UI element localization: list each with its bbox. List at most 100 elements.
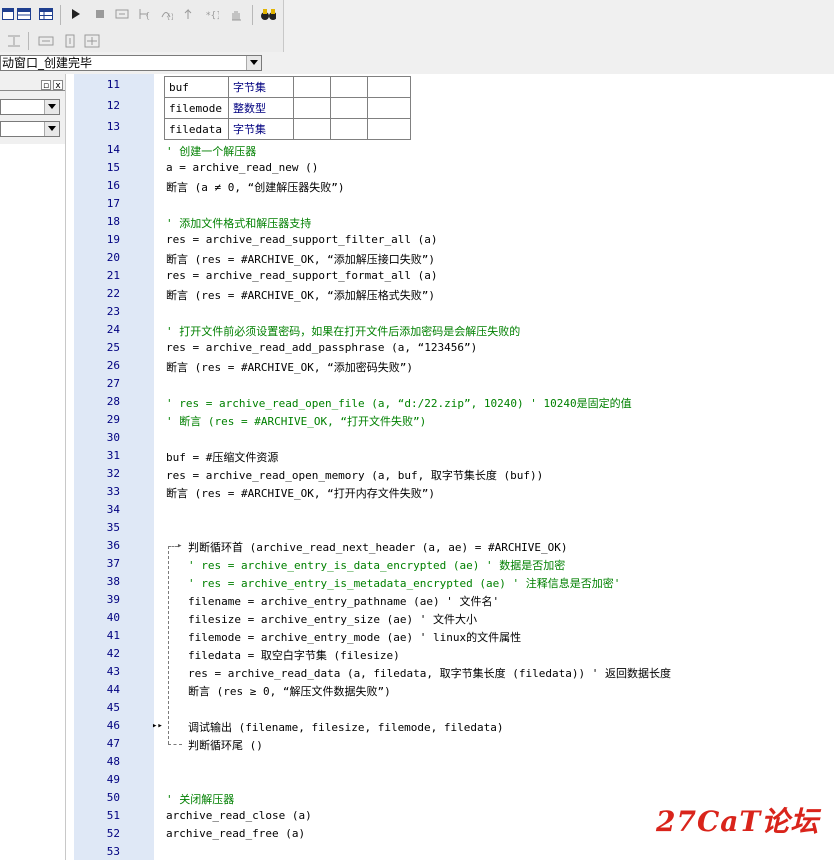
- code-comment-line[interactable]: ' 创建一个解压器: [166, 143, 256, 159]
- table-cell[interactable]: [367, 118, 411, 140]
- code-line[interactable]: archive_read_free (a): [166, 827, 305, 840]
- line-number: 35: [106, 521, 120, 534]
- stop-icon[interactable]: [92, 6, 108, 22]
- step-over-icon[interactable]: {}: [158, 6, 174, 22]
- code-line[interactable]: 断言 (res = #ARCHIVE_OK, “添加解压接口失败”): [166, 251, 435, 267]
- line-number: 24: [106, 323, 120, 336]
- line-number: 18: [106, 215, 120, 228]
- line-number: 20: [106, 251, 120, 264]
- code-line[interactable]: 调试输出 (filename, filesize, filemode, file…: [188, 719, 504, 735]
- line-number: 19: [106, 233, 120, 246]
- code-line[interactable]: 断言 (a ≠ 0, “创建解压器失败”): [166, 179, 344, 195]
- vspace-icon[interactable]: [62, 33, 78, 49]
- code-line[interactable]: filesize = archive_entry_size (ae) ' 文件大…: [188, 611, 477, 627]
- table-row[interactable]: filedata 字节集: [164, 118, 411, 140]
- var-type-cell[interactable]: 字节集: [228, 76, 294, 98]
- hspace-icon[interactable]: [38, 33, 54, 49]
- code-line[interactable]: 断言 (res = #ARCHIVE_OK, “添加密码失败”): [166, 359, 413, 375]
- code-line[interactable]: 断言 (res ≥ 0, “解压文件数据失败”): [188, 683, 391, 699]
- watermark: 27CaT论坛: [656, 805, 820, 838]
- center-icon[interactable]: [84, 33, 100, 49]
- loop-guide-line: [168, 744, 182, 745]
- grid-icon[interactable]: [16, 6, 32, 22]
- code-comment-line[interactable]: ' res = archive_entry_is_metadata_encryp…: [188, 575, 620, 591]
- var-name-cell[interactable]: buf: [164, 76, 229, 98]
- code-line[interactable]: filedata = 取空白字节集 (filesize): [188, 647, 400, 663]
- code-comment-line[interactable]: ' res = archive_read_open_file (a, “d:/2…: [166, 395, 632, 411]
- line-number: 12: [106, 99, 120, 112]
- line-number: 30: [106, 431, 120, 444]
- window-icon[interactable]: [0, 6, 16, 22]
- table-cell[interactable]: [330, 76, 368, 98]
- line-number: 52: [106, 827, 120, 840]
- table-cell[interactable]: [330, 118, 368, 140]
- code-line[interactable]: res = archive_read_support_filter_all (a…: [166, 233, 438, 246]
- panel-combo-1[interactable]: [0, 99, 60, 115]
- table-cell[interactable]: [367, 97, 411, 119]
- chevron-down-icon[interactable]: [246, 56, 261, 70]
- binoculars-icon[interactable]: [260, 6, 276, 22]
- table-cell[interactable]: [367, 76, 411, 98]
- line-number: 49: [106, 773, 120, 786]
- line-number: 23: [106, 305, 120, 318]
- line-number: 32: [106, 467, 120, 480]
- line-number: 14: [106, 143, 120, 156]
- svg-text:{}: {}: [145, 11, 151, 20]
- code-line[interactable]: filemode = archive_entry_mode (ae) ' lin…: [188, 629, 521, 645]
- code-comment-line[interactable]: ' 关闭解压器: [166, 791, 234, 807]
- table-cell[interactable]: [293, 118, 331, 140]
- hand-icon[interactable]: [228, 6, 244, 22]
- pin-icon[interactable]: ▫: [41, 80, 51, 91]
- code-line[interactable]: archive_read_close (a): [166, 809, 312, 822]
- run-icon[interactable]: [68, 6, 84, 22]
- step-out-icon[interactable]: [180, 6, 196, 22]
- loop-guide-line: [168, 546, 169, 744]
- event-combo-text: 动窗口_创建完毕: [2, 56, 93, 70]
- toolbar-separator: [60, 5, 61, 25]
- line-number: 36: [106, 539, 120, 552]
- line-number: 34: [106, 503, 120, 516]
- code-comment-line[interactable]: ' 打开文件前必须设置密码，如果在打开文件后添加密码是会解压失败的: [166, 323, 520, 339]
- table-cell[interactable]: [293, 76, 331, 98]
- code-line[interactable]: a = archive_read_new (): [166, 161, 318, 174]
- table-row[interactable]: buf 字节集: [164, 76, 411, 98]
- code-line[interactable]: res = archive_read_open_memory (a, buf, …: [166, 467, 543, 483]
- code-line[interactable]: res = archive_read_add_passphrase (a, “1…: [166, 341, 477, 354]
- code-line[interactable]: 判断循环尾 (): [188, 737, 263, 753]
- code-line[interactable]: res = archive_read_support_format_all (a…: [166, 269, 438, 282]
- align-icon[interactable]: [6, 33, 22, 49]
- code-line[interactable]: buf = #压缩文件资源: [166, 449, 278, 465]
- table-row[interactable]: filemode 整数型: [164, 97, 411, 119]
- left-panel-body: [0, 144, 65, 860]
- table-cell[interactable]: [293, 97, 331, 119]
- event-combo-box[interactable]: 动窗口_创建完毕: [0, 55, 262, 71]
- var-name-cell[interactable]: filedata: [164, 118, 229, 140]
- line-number: 45: [106, 701, 120, 714]
- close-icon[interactable]: x: [53, 80, 63, 91]
- var-type-cell[interactable]: 整数型: [228, 97, 294, 119]
- var-name-cell[interactable]: filemode: [164, 97, 229, 119]
- line-number: 48: [106, 755, 120, 768]
- line-number: 16: [106, 179, 120, 192]
- line-number: 21: [106, 269, 120, 282]
- step-icon[interactable]: [114, 6, 130, 22]
- step-into-icon[interactable]: {}: [136, 6, 152, 22]
- table-cell[interactable]: [330, 97, 368, 119]
- chevron-down-icon[interactable]: [44, 100, 59, 114]
- variable-table: buf 字节集 filemode 整数型 filedata 字节集: [164, 76, 411, 140]
- line-number: 13: [106, 120, 120, 133]
- code-comment-line[interactable]: ' 断言 (res = #ARCHIVE_OK, “打开文件失败”): [166, 413, 426, 429]
- code-comment-line[interactable]: ' 添加文件格式和解压器支持: [166, 215, 311, 231]
- breakpoint-icon[interactable]: *{}: [204, 6, 220, 22]
- code-comment-line[interactable]: ' res = archive_entry_is_data_encrypted …: [188, 557, 565, 573]
- code-line[interactable]: res = archive_read_data (a, filedata, 取字…: [188, 665, 671, 681]
- code-line[interactable]: 断言 (res = #ARCHIVE_OK, “打开内存文件失败”): [166, 485, 435, 501]
- panel-combo-2[interactable]: [0, 121, 60, 137]
- var-type-cell[interactable]: 字节集: [228, 118, 294, 140]
- code-line[interactable]: 断言 (res = #ARCHIVE_OK, “添加解压格式失败”): [166, 287, 435, 303]
- code-line[interactable]: filename = archive_entry_pathname (ae) '…: [188, 593, 499, 609]
- code-line[interactable]: 判断循环首 (archive_read_next_header (a, ae) …: [188, 539, 568, 555]
- chevron-down-icon[interactable]: [44, 122, 59, 136]
- table-icon[interactable]: [38, 6, 54, 22]
- line-number: 15: [106, 161, 120, 174]
